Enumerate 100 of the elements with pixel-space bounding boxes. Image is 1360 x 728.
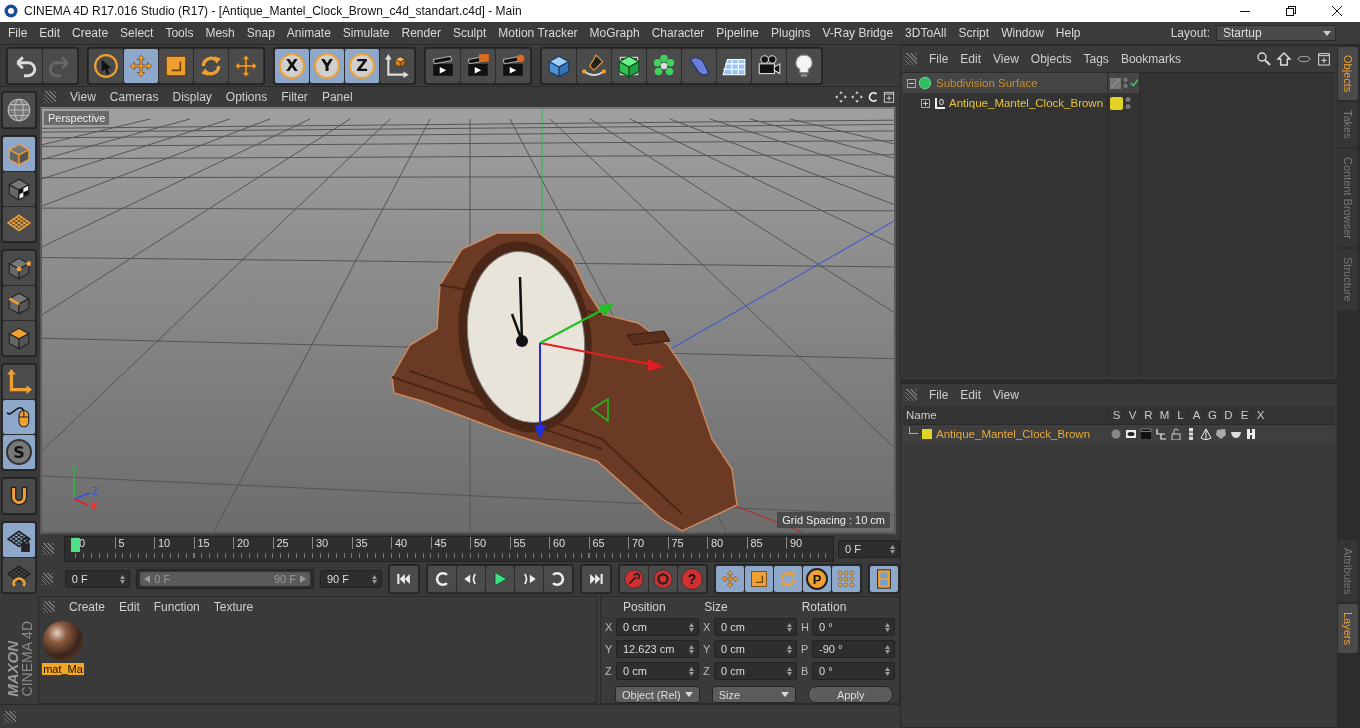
layout-dropdown[interactable]: Startup bbox=[1216, 25, 1336, 41]
layer-empty-icon[interactable] bbox=[1110, 76, 1122, 90]
play-button[interactable] bbox=[486, 566, 514, 593]
move-tool-button[interactable] bbox=[229, 48, 263, 83]
menu-item[interactable]: Pipeline bbox=[710, 26, 766, 40]
light-tool-button[interactable] bbox=[787, 48, 821, 83]
object-name[interactable]: Antique_Mantel_Clock_Brown bbox=[949, 97, 1104, 109]
texture-tool-button[interactable] bbox=[3, 172, 35, 207]
axis-tool-button[interactable]: Z bbox=[345, 48, 379, 83]
viewport-menu-item[interactable]: Filter bbox=[275, 90, 314, 105]
menu-item[interactable]: MoGraph bbox=[583, 26, 646, 40]
playhead[interactable] bbox=[71, 538, 80, 553]
column-header[interactable]: E bbox=[1236, 409, 1252, 421]
objects-menu-item[interactable]: View bbox=[987, 52, 1025, 66]
layer-color-swatch[interactable] bbox=[922, 428, 932, 439]
points-tool-button[interactable] bbox=[3, 251, 35, 286]
visibility-dots-icon[interactable] bbox=[1123, 76, 1129, 90]
current-frame-field[interactable]: 0 F bbox=[838, 540, 900, 559]
prev-key-button[interactable] bbox=[428, 566, 456, 593]
x-shape-icon[interactable] bbox=[1244, 427, 1257, 440]
coordinate-field[interactable]: 0 cm bbox=[616, 618, 699, 637]
axis-mode-tool-button[interactable] bbox=[3, 365, 35, 400]
viewport-menu-item[interactable]: Display bbox=[166, 90, 218, 105]
objects-menu-item[interactable]: Edit bbox=[954, 52, 988, 66]
shield-icon[interactable] bbox=[1214, 427, 1227, 440]
material-menu-item[interactable]: Create bbox=[63, 600, 112, 615]
render-settings-tool-button[interactable] bbox=[496, 48, 530, 83]
visibility-dots-icon[interactable] bbox=[1125, 96, 1131, 110]
coordinate-field[interactable]: 0 cm bbox=[714, 618, 797, 637]
layers-menu-item[interactable]: Edit bbox=[954, 388, 988, 402]
menu-item[interactable]: Edit bbox=[33, 26, 67, 40]
pyramid-icon[interactable] bbox=[1199, 427, 1212, 440]
coordinate-mode-dropdown[interactable]: Object (Rel) bbox=[615, 686, 700, 704]
coord-tool-button[interactable] bbox=[380, 48, 414, 83]
column-header[interactable]: D bbox=[1220, 409, 1236, 421]
side-tab[interactable]: Objects bbox=[1338, 47, 1358, 101]
viewport-menu-item[interactable]: View bbox=[64, 90, 102, 105]
edges-tool-button[interactable] bbox=[3, 286, 35, 321]
next-frame-button[interactable] bbox=[515, 566, 543, 593]
column-header[interactable]: Name bbox=[903, 409, 1108, 421]
column-header[interactable]: A bbox=[1188, 409, 1204, 421]
objects-menu-item[interactable]: File bbox=[923, 52, 955, 66]
solo-dot-icon[interactable] bbox=[1109, 427, 1122, 440]
coordinate-field[interactable]: 0 ° bbox=[812, 618, 895, 637]
start-frame-field[interactable]: 0 F bbox=[64, 570, 131, 589]
material-menu-item[interactable]: Function bbox=[147, 600, 206, 615]
objects-menu-item[interactable]: Objects bbox=[1024, 52, 1078, 66]
rotate-mode-button[interactable] bbox=[774, 566, 802, 593]
menu-item[interactable]: Plugins bbox=[765, 26, 817, 40]
rotate-tool-button[interactable] bbox=[194, 48, 228, 83]
coordinate-field[interactable]: 0 cm bbox=[616, 662, 699, 681]
workplane-tool-button[interactable] bbox=[3, 207, 35, 242]
material-name[interactable]: mat_Ma bbox=[42, 663, 84, 676]
menu-item[interactable]: Window bbox=[995, 26, 1050, 40]
clapperboard-icon[interactable] bbox=[1139, 427, 1152, 440]
menu-item[interactable]: V-Ray Bridge bbox=[816, 26, 900, 40]
camera-label[interactable]: Perspective bbox=[44, 111, 110, 126]
grid-rotate-tool-button[interactable] bbox=[3, 558, 35, 593]
subdiv-tool-button[interactable] bbox=[612, 48, 646, 83]
padlock-icon[interactable] bbox=[1169, 427, 1182, 440]
menu-item[interactable]: Help bbox=[1049, 26, 1087, 40]
render-view-tool-button[interactable] bbox=[426, 48, 460, 83]
menu-item[interactable]: 3DToAll bbox=[899, 26, 953, 40]
size-mode-dropdown[interactable]: Size bbox=[711, 686, 797, 704]
layers-menu-item[interactable]: File bbox=[923, 388, 955, 402]
axis-tool-button[interactable]: X bbox=[275, 48, 309, 83]
menu-item[interactable]: Snap bbox=[240, 26, 281, 40]
pen-tool-button[interactable] bbox=[577, 48, 611, 83]
move-mode-button[interactable] bbox=[716, 566, 744, 593]
menu-item[interactable]: File bbox=[2, 26, 34, 40]
grid-lock-tool-button[interactable] bbox=[3, 523, 35, 558]
check-icon[interactable] bbox=[1130, 78, 1139, 88]
objects-menu-item[interactable]: Bookmarks bbox=[1114, 52, 1187, 66]
menu-item[interactable]: Script bbox=[952, 26, 996, 40]
menu-item[interactable]: Select bbox=[114, 26, 160, 40]
viewport-menu-item[interactable]: Options bbox=[219, 90, 274, 105]
coordinate-field[interactable]: 0 cm bbox=[714, 662, 797, 681]
layer-color-swatch[interactable] bbox=[1110, 96, 1123, 110]
solo-tool-button[interactable]: S bbox=[3, 435, 35, 470]
cube-tool-button[interactable] bbox=[542, 48, 576, 83]
menu-item[interactable]: Render bbox=[395, 26, 447, 40]
coordinate-field[interactable]: 0 ° bbox=[812, 662, 895, 681]
floor-tool-button[interactable] bbox=[717, 48, 751, 83]
viewport-menu-item[interactable]: Panel bbox=[315, 90, 359, 105]
record-button[interactable] bbox=[620, 566, 648, 593]
camera-tool-button[interactable] bbox=[752, 48, 786, 83]
collapse-toggle-icon[interactable] bbox=[907, 78, 916, 88]
column-header[interactable]: S bbox=[1108, 409, 1124, 421]
expand-toggle-icon[interactable] bbox=[921, 98, 930, 108]
menu-item[interactable]: Simulate bbox=[336, 26, 396, 40]
tweak-tool-button[interactable] bbox=[3, 400, 35, 435]
material-preview-sphere[interactable] bbox=[43, 621, 83, 662]
cloner-tool-button[interactable] bbox=[647, 48, 681, 83]
menu-item[interactable]: Create bbox=[66, 26, 115, 40]
layers-menu-item[interactable]: View bbox=[987, 388, 1025, 402]
material-menu-item[interactable]: Edit bbox=[113, 600, 146, 615]
axis-tool-button[interactable]: Y bbox=[310, 48, 344, 83]
menu-item[interactable]: Animate bbox=[280, 26, 337, 40]
hierarchy-icon[interactable] bbox=[1154, 427, 1167, 440]
material-menu-item[interactable]: Texture bbox=[207, 600, 260, 615]
